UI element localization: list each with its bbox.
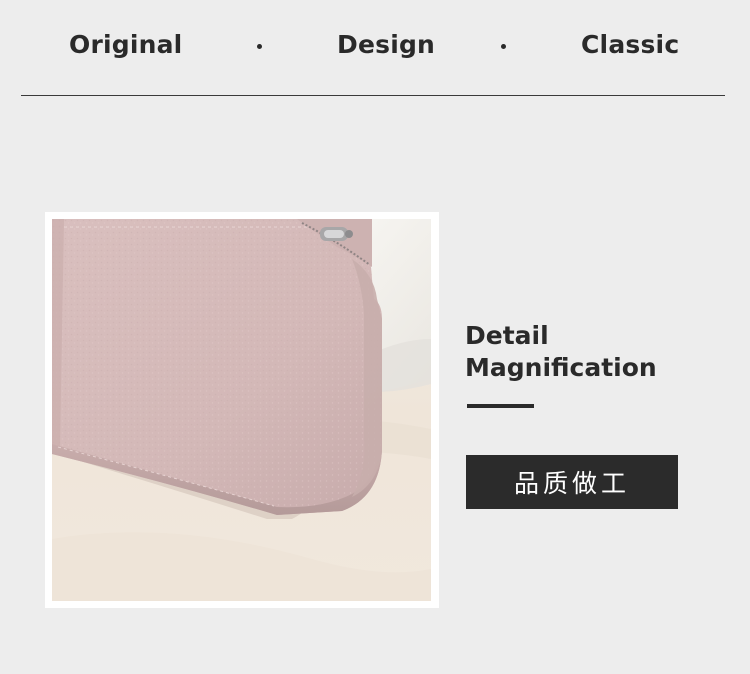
header-divider xyxy=(21,95,725,96)
title-underline-bar xyxy=(467,404,534,408)
wallet-photo xyxy=(52,219,431,601)
product-photo-frame xyxy=(45,212,439,608)
detail-title-line-1: Detail xyxy=(465,321,549,350)
wallet-illustration xyxy=(52,219,431,601)
detail-magnification-title: Detail Magnification xyxy=(465,320,725,384)
header-separator-dot xyxy=(501,44,506,49)
header-separator-dot xyxy=(257,44,262,49)
quality-badge: 品质做工 xyxy=(466,455,678,509)
detail-title-line-2: Magnification xyxy=(465,353,657,382)
header-word-design: Design xyxy=(337,30,436,59)
header-word-original: Original xyxy=(69,30,183,59)
header-banner: Original Design Classic xyxy=(0,0,750,96)
header-word-classic: Classic xyxy=(581,30,680,59)
